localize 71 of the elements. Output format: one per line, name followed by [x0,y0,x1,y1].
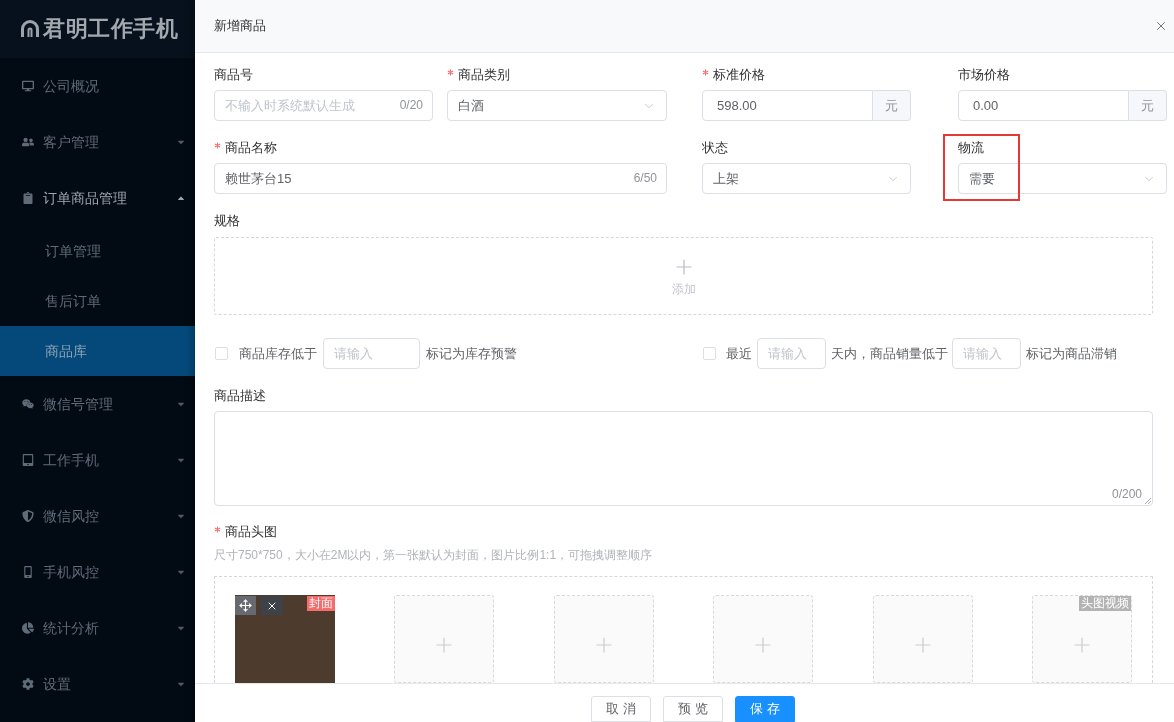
field-label: 商品头图 [225,523,277,541]
option-label: 标记为库存预警 [426,344,517,363]
field-label: 商品描述 [214,387,266,405]
sidebar-subitem[interactable]: 售后订单 [0,276,195,326]
sidebar-item[interactable]: 设置 [0,656,195,712]
option-label: 标记为商品滞销 [1026,344,1117,363]
field-label: 标准价格 [713,66,765,84]
upload-tile[interactable] [394,595,495,683]
sidebar-item[interactable]: 公司概况 [0,58,195,114]
footer-button[interactable]: 预览 [662,696,723,722]
monitor-icon [22,80,34,92]
sidebar-item[interactable]: 微信号管理 [0,376,195,432]
standard-price-field[interactable]: 598.00 [702,90,873,121]
sidebar-subitem[interactable]: 订单管理 [0,226,195,276]
sidebar-item[interactable]: 工作手机 [0,432,195,488]
footer-button[interactable]: 保存 [734,696,795,722]
clipboard-icon [22,192,34,204]
field-label: 物流 [958,139,984,157]
stock-threshold-input[interactable]: 请输入 [323,338,420,369]
field-label: 规格 [214,212,240,230]
chat-bubbles-icon [22,398,34,410]
panel-title: 新增商品 [214,17,266,36]
character-counter: 6/50 [633,170,657,186]
upload-tile[interactable] [872,595,973,683]
resize-handle-icon [1145,498,1151,504]
field-label: 状态 [702,139,728,157]
field-label: 商品名称 [225,139,277,157]
video-badge: 头图视频 [1078,596,1131,611]
option-label: 最近 [726,344,752,363]
description-textarea[interactable]: 0/200 [214,411,1153,506]
sidebar-item[interactable]: 统计分析 [0,600,195,656]
market-price-field[interactable]: 0.00 [958,90,1129,121]
currency-addon: 元 [873,90,911,121]
currency-addon: 元 [1129,90,1167,121]
field-label: 商品类别 [458,66,510,84]
drag-handle[interactable] [235,596,256,615]
status-select[interactable]: 上架 [702,163,911,194]
checkbox[interactable] [703,347,716,360]
sidebar-subitem[interactable]: 商品库 [0,326,195,376]
field-label: 市场价格 [958,66,1010,84]
phone-icon [22,566,34,578]
logo-text: 君明工作手机 [43,16,178,42]
logo-icon [19,18,41,40]
upload-hint: 尺寸750*750，大小在2M以内，第一张默认为封面，图片比例1:1，可拖拽调整顺序 [214,547,653,563]
move-icon [239,599,252,612]
upload-tile[interactable] [713,595,814,683]
tablet-icon [22,454,34,466]
sidebar-item[interactable]: 微信风控 [0,488,195,544]
option-label: 天内，商品销量低于 [831,344,948,363]
cover-badge: 封面 [307,596,335,611]
pie-chart-icon [22,622,34,634]
footer-button[interactable]: 取消 [590,696,651,722]
character-counter: 0/200 [1111,486,1142,502]
upload-tile[interactable] [553,595,654,683]
users-icon [22,136,34,148]
sidebar-item[interactable]: 客户管理 [0,114,195,170]
category-select[interactable]: 白酒 [447,90,667,121]
field-label: 商品号 [214,66,253,84]
days-input[interactable]: 请输入 [757,338,826,369]
option-label: 商品库存低于 [239,344,317,363]
upload-tile[interactable]: 头图视频 [1031,595,1132,683]
sidebar-item[interactable]: 订单商品管理 [0,170,195,226]
sidebar-item[interactable]: 手机风控 [0,544,195,600]
sales-threshold-input[interactable]: 请输入 [952,338,1021,369]
close-icon[interactable] [1154,19,1168,33]
shield-icon [22,510,34,522]
settings-icon [22,678,34,690]
checkbox[interactable] [215,347,228,360]
remove-image-button[interactable] [260,596,283,615]
logistics-select[interactable]: 需要 [958,163,1167,194]
character-counter: 0/20 [399,97,423,113]
